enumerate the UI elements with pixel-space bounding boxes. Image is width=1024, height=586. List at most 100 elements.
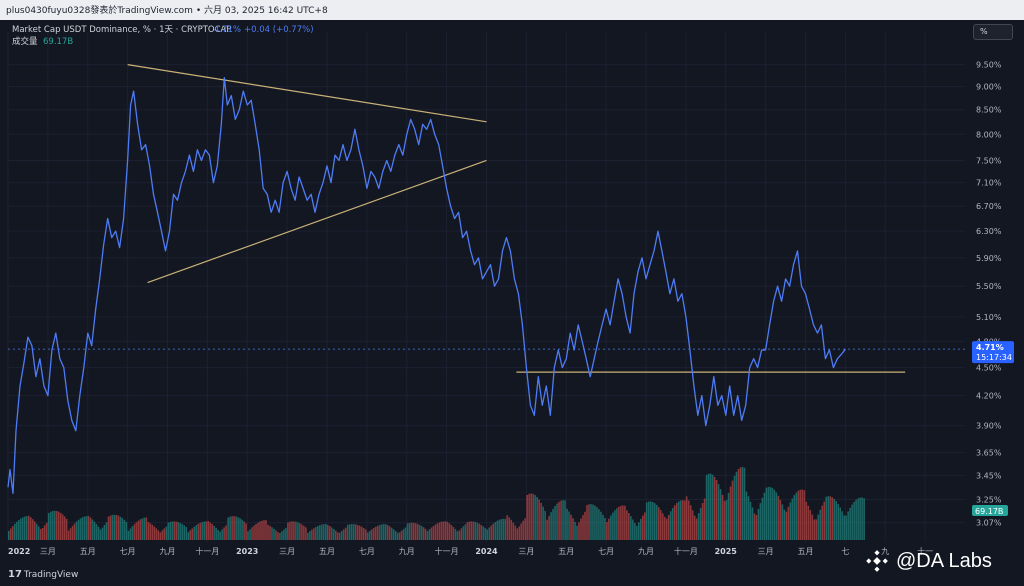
volume-bar xyxy=(87,515,90,540)
volume-bar xyxy=(65,518,68,540)
percent-scale-button[interactable]: % xyxy=(973,24,1013,40)
volume-bar xyxy=(835,501,838,540)
volume-bar xyxy=(247,531,249,540)
volume-bar xyxy=(414,523,417,540)
volume-bar xyxy=(837,504,839,540)
volume-bar xyxy=(472,521,475,540)
volume-bar xyxy=(566,508,568,540)
volume-bar xyxy=(534,495,536,540)
x-axis[interactable]: 2022 三月 五月 七月 九月 十一月 2023 三月 五月 七月 九月 十一月 2024 三月 五月 七月… xyxy=(8,546,933,556)
volume-bar xyxy=(181,524,184,540)
tradingview-logo[interactable]: 17 TradingView xyxy=(8,569,78,580)
volume-bar xyxy=(777,495,780,540)
volume-bar xyxy=(564,500,566,540)
volume-bar xyxy=(432,525,435,540)
volume-bar xyxy=(430,527,433,540)
volume-bar xyxy=(536,497,538,540)
chart-grid xyxy=(7,32,965,542)
volume-bar xyxy=(855,499,857,540)
volume-bar xyxy=(638,522,640,540)
volume-bar xyxy=(755,515,758,540)
volume-bar xyxy=(53,510,56,540)
volume-bar xyxy=(157,530,160,540)
legend-symbol[interactable]: Market Cap USDT Dominance, % · 1天 · CRYP… xyxy=(12,25,231,35)
volume-bar xyxy=(382,524,385,540)
volume-bar xyxy=(624,505,626,540)
price-chart[interactable]: 9.50% 9.00% 8.50% 8.00% 7.50% 7.10% 6.70% 6.30%… xyxy=(0,20,1024,566)
volume-bar xyxy=(630,516,632,540)
price-series-line xyxy=(7,76,846,495)
volume-bar xyxy=(147,522,150,540)
y-tick-label: 8.50% xyxy=(976,106,1002,115)
volume-bar xyxy=(400,530,403,540)
volume-bar xyxy=(388,526,391,540)
volume-bar xyxy=(817,514,820,540)
volume-bar xyxy=(863,498,865,540)
volume-bar xyxy=(620,505,622,540)
x-tick-label: 三月 xyxy=(279,547,295,556)
volume-bar xyxy=(859,497,861,540)
volume-bar xyxy=(233,516,235,540)
volume-bar xyxy=(514,525,517,540)
volume-bar xyxy=(23,516,26,540)
volume-bar xyxy=(137,520,140,540)
trendlines[interactable] xyxy=(127,64,906,373)
volume-bar xyxy=(572,518,574,540)
volume-bar xyxy=(171,521,174,540)
y-tick-label: 9.50% xyxy=(976,61,1002,70)
volume-bar xyxy=(797,490,800,540)
volume-bar xyxy=(673,505,676,540)
volume-bar xyxy=(492,523,495,540)
volume-bar xyxy=(767,486,770,540)
volume-bar xyxy=(119,516,122,540)
volume-bar xyxy=(207,521,209,540)
volume-bar xyxy=(548,515,550,540)
y-axis[interactable]: 9.50% 9.00% 8.50% 8.00% 7.50% 7.10% 6.70% 6.30%… xyxy=(976,61,1002,528)
volume-bar xyxy=(482,526,485,540)
volume-bar xyxy=(446,521,449,540)
volume-bar xyxy=(799,489,802,540)
volume-bar xyxy=(418,524,421,540)
volume-bar xyxy=(779,499,782,540)
volume-bar xyxy=(179,522,182,540)
volume-bar xyxy=(209,522,211,540)
volume-bar xyxy=(851,504,853,540)
volume-bar xyxy=(604,518,606,540)
volume-bar xyxy=(67,530,70,540)
volume-bar xyxy=(745,491,748,540)
volume-bar xyxy=(293,521,295,540)
volume-bar xyxy=(113,514,116,540)
volume-bar xyxy=(368,530,371,540)
volume-bar xyxy=(344,527,347,540)
y-tick-label: 5.50% xyxy=(976,282,1002,291)
x-tick-label: 九月 xyxy=(399,547,415,556)
volume-bar xyxy=(117,515,120,540)
volume-bar xyxy=(185,526,188,540)
volume-bar xyxy=(71,525,74,540)
volume-bar xyxy=(8,530,10,540)
x-tick-label: 九月 xyxy=(638,547,654,556)
volume-bar xyxy=(169,521,172,540)
volume-bar xyxy=(707,473,710,540)
volume-bar xyxy=(632,519,634,540)
volume-bar xyxy=(283,529,285,540)
volume-bar xyxy=(636,526,638,540)
volume-bar xyxy=(105,522,108,540)
volume-bar xyxy=(416,523,419,540)
volume-bar xyxy=(41,527,44,540)
volume-bar xyxy=(757,508,760,540)
volume-bar xyxy=(464,524,467,540)
volume-bar xyxy=(195,525,198,540)
volume-bar xyxy=(743,467,746,540)
volume-bar xyxy=(821,505,824,540)
volume-bar xyxy=(217,530,219,540)
volume-bar xyxy=(127,530,130,540)
volume-bar xyxy=(847,511,849,540)
x-tick-label: 五月 xyxy=(319,547,335,556)
legend-volume-label[interactable]: 成交量 xyxy=(12,36,38,47)
volume-bar xyxy=(524,518,526,540)
volume-bar xyxy=(99,529,102,540)
volume-bar xyxy=(364,529,367,540)
volume-bar xyxy=(554,506,556,540)
volume-bar xyxy=(733,475,736,540)
